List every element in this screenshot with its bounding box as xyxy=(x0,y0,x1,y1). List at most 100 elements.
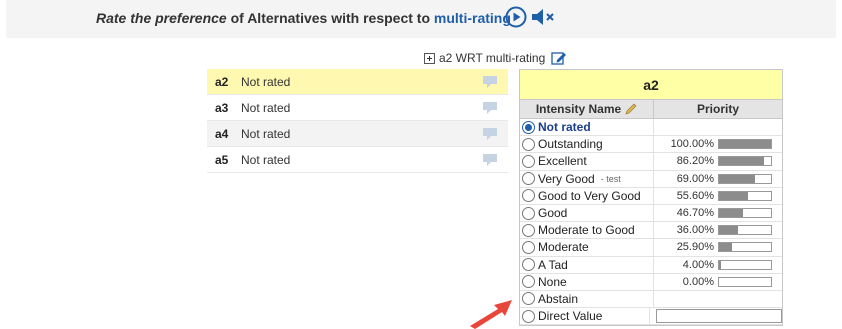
intensity-name: Abstain xyxy=(538,291,579,306)
priority-bar-fill xyxy=(719,191,748,200)
intensity-name: Very Good xyxy=(538,171,595,186)
priority-value: 86.20% xyxy=(676,155,714,168)
pointer-arrow-icon xyxy=(470,300,512,329)
rating-table-body: Not rated Outstanding 100.00% Excellent 86.2… xyxy=(520,119,782,326)
priority-bar xyxy=(718,173,772,184)
priority-bar xyxy=(718,208,772,219)
intensity-row[interactable]: Direct Value xyxy=(520,308,782,326)
alternative-status: Not rated xyxy=(241,100,291,115)
intensity-row[interactable]: Good to Very Good 55.60% xyxy=(520,187,782,205)
priority-cell: 55.60% xyxy=(654,188,782,204)
intensity-row[interactable]: A Tad 4.00% xyxy=(520,256,782,274)
intensity-radio[interactable] xyxy=(522,120,535,134)
intensity-radio[interactable] xyxy=(522,154,535,168)
priority-cell: 86.20% xyxy=(654,153,782,169)
intensity-radio[interactable] xyxy=(522,206,535,220)
priority-bar-fill xyxy=(719,209,744,218)
intensity-name: Not rated xyxy=(538,120,591,135)
intensity-radio[interactable] xyxy=(522,137,535,151)
intensity-radio[interactable] xyxy=(522,309,535,323)
intensity-cell[interactable]: Not rated xyxy=(520,119,654,136)
priority-cell: 100.00% xyxy=(654,136,782,152)
comment-icon[interactable] xyxy=(482,75,498,89)
intensity-cell[interactable]: Good xyxy=(520,204,654,222)
title-emphasis: Rate the preference xyxy=(96,10,227,26)
comment-icon[interactable] xyxy=(482,101,498,115)
alternative-status: Not rated xyxy=(241,152,291,167)
intensity-name: A Tad xyxy=(538,257,568,272)
intensity-row[interactable]: Moderate to Good 36.00% xyxy=(520,222,782,240)
priority-bar-fill xyxy=(719,260,722,269)
priority-bar xyxy=(718,190,772,201)
priority-cell xyxy=(654,291,782,307)
intensity-radio[interactable] xyxy=(522,292,535,306)
edit-note-icon[interactable] xyxy=(551,51,567,65)
intensity-radio[interactable] xyxy=(522,240,535,254)
criterion-link[interactable]: multi-rating xyxy=(434,10,511,26)
alternative-name: a5 xyxy=(215,152,229,167)
alternative-row-a3[interactable]: a3 Not rated xyxy=(207,95,508,121)
comment-icon[interactable] xyxy=(482,127,498,141)
intensity-cell[interactable]: Moderate xyxy=(520,239,654,256)
alternative-status: Not rated xyxy=(241,74,291,89)
priority-value: 0.00% xyxy=(682,275,714,288)
priority-cell: 0.00% xyxy=(654,274,782,290)
intensity-cell[interactable]: None xyxy=(520,273,654,290)
page-title: Rate the preference of Alternatives with… xyxy=(96,10,511,26)
intensity-row[interactable]: Very Good - test 69.00% xyxy=(520,170,782,188)
priority-cell xyxy=(654,119,782,135)
priority-value: 100.00% xyxy=(670,138,714,151)
intensity-row[interactable]: Outstanding 100.00% xyxy=(520,136,782,154)
intensity-name: Outstanding xyxy=(538,137,603,152)
direct-value-input[interactable] xyxy=(656,309,782,324)
intensity-cell[interactable]: Good to Very Good xyxy=(520,187,654,204)
intensity-cell[interactable]: Abstain xyxy=(520,290,654,308)
intensity-cell[interactable]: Very Good - test xyxy=(520,170,654,187)
priority-cell: 69.00% xyxy=(654,171,782,187)
priority-value: 55.60% xyxy=(676,189,714,202)
intensity-row[interactable]: Abstain xyxy=(520,290,782,309)
intensity-name: Moderate to Good xyxy=(538,223,635,238)
intensity-radio[interactable] xyxy=(522,172,535,186)
intensity-row[interactable]: Excellent 86.20% xyxy=(520,153,782,171)
intensity-row[interactable]: Not rated xyxy=(520,119,782,137)
intensity-row[interactable]: Good 46.70% xyxy=(520,204,782,223)
intensity-cell[interactable]: A Tad xyxy=(520,256,654,273)
intensity-name: Good xyxy=(538,206,568,221)
speaker-mute-icon[interactable] xyxy=(531,8,557,26)
intensity-cell[interactable]: Excellent xyxy=(520,153,654,170)
alternative-status: Not rated xyxy=(241,126,291,141)
priority-bar xyxy=(718,139,772,150)
intensity-row[interactable]: Moderate 25.90% xyxy=(520,239,782,257)
priority-bar xyxy=(718,156,772,167)
priority-cell: 25.90% xyxy=(654,239,782,255)
intensity-cell[interactable]: Outstanding xyxy=(520,136,654,153)
priority-cell: 46.70% xyxy=(654,205,782,221)
intensity-radio[interactable] xyxy=(522,223,535,237)
priority-bar xyxy=(718,259,772,270)
alternative-row-a5[interactable]: a5 Not rated xyxy=(207,147,508,173)
intensity-comment: - test xyxy=(600,173,621,184)
play-circle-icon[interactable] xyxy=(505,6,527,28)
intensity-name: None xyxy=(538,274,567,289)
alternative-name: a4 xyxy=(215,126,229,141)
priority-value: 69.00% xyxy=(676,172,714,185)
intensity-radio[interactable] xyxy=(522,275,535,289)
intensity-cell[interactable]: Direct Value xyxy=(520,308,650,325)
alternative-row-a4[interactable]: a4 Not rated xyxy=(207,121,508,147)
wrt-label: a2 WRT multi-rating xyxy=(439,51,546,65)
intensity-row[interactable]: None 0.00% xyxy=(520,273,782,291)
priority-bar-fill xyxy=(719,243,733,252)
intensity-cell[interactable]: Moderate to Good xyxy=(520,222,654,239)
priority-header: Priority xyxy=(696,102,739,116)
priority-cell: 36.00% xyxy=(654,222,782,238)
comment-icon[interactable] xyxy=(482,153,498,167)
wrt-caption: a2 WRT multi-rating xyxy=(424,51,567,65)
intensity-radio[interactable] xyxy=(522,258,535,272)
intensity-radio[interactable] xyxy=(522,189,535,203)
priority-cell xyxy=(650,308,782,324)
alternative-name: a2 xyxy=(215,74,229,89)
pencil-icon[interactable] xyxy=(625,103,637,115)
alternative-row-a2[interactable]: a2 Not rated xyxy=(207,69,508,95)
expand-plus-icon[interactable] xyxy=(424,52,435,64)
